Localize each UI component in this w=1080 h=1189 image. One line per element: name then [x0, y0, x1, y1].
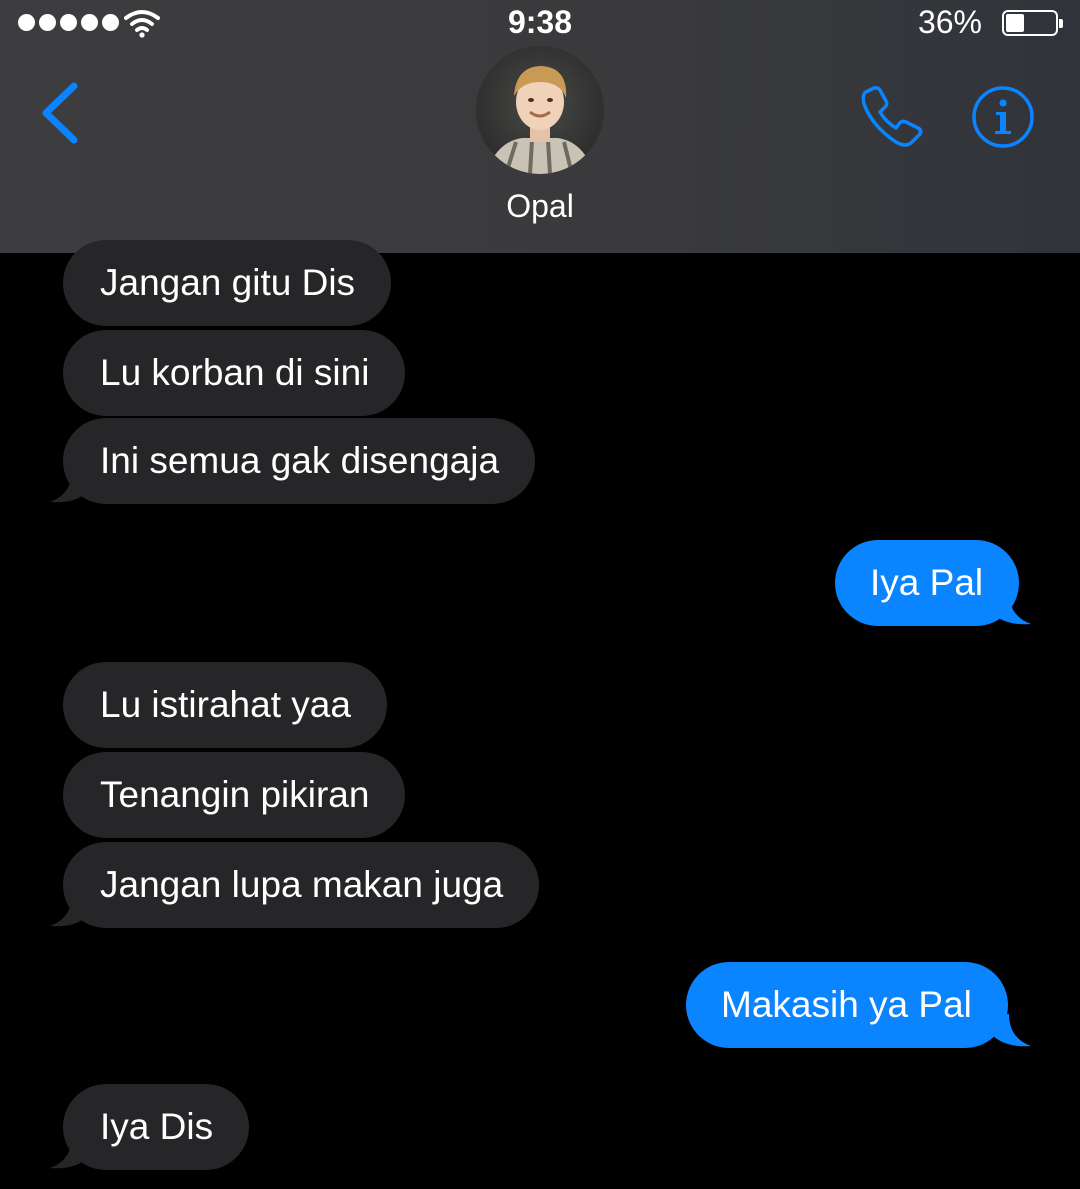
bubble-tail-incoming — [50, 894, 88, 927]
message-bubble-outgoing[interactable]: Makasih ya Pal — [686, 962, 1008, 1048]
contact-avatar[interactable] — [476, 46, 604, 174]
conversation-header: 9:38 36% Opal — [0, 0, 1080, 253]
bubble-tail-incoming — [50, 1136, 88, 1169]
phone-icon[interactable] — [858, 84, 928, 150]
message-bubble-incoming[interactable]: Jangan gitu Dis — [63, 240, 392, 326]
back-chevron-icon[interactable] — [36, 80, 86, 146]
messages-screen: 9:38 36% Opal Jangan gitu Dis Lu korban … — [0, 0, 1080, 1189]
message-bubble-outgoing[interactable]: Iya Pal — [835, 540, 1020, 626]
message-bubble-incoming[interactable]: Lu istirahat yaa — [63, 662, 387, 748]
message-bubble-incoming[interactable]: Ini semua gak disengaja — [63, 418, 536, 504]
message-bubble-incoming[interactable]: Tenangin pikiran — [63, 752, 406, 838]
bubble-tail-incoming — [50, 470, 88, 503]
message-bubble-incoming[interactable]: Jangan lupa makan juga — [63, 842, 540, 928]
battery-percent: 36% — [917, 4, 982, 40]
info-icon[interactable] — [970, 84, 1036, 150]
battery-icon — [1002, 10, 1063, 36]
contact-name[interactable]: Opal — [0, 188, 1080, 225]
message-bubble-incoming[interactable]: Lu korban di sini — [63, 330, 406, 416]
bubble-tail-outgoing — [993, 1014, 1031, 1047]
message-bubble-incoming[interactable]: Iya Dis — [63, 1084, 250, 1170]
status-bar: 9:38 36% — [0, 0, 1080, 48]
bubble-tail-outgoing — [993, 592, 1031, 625]
